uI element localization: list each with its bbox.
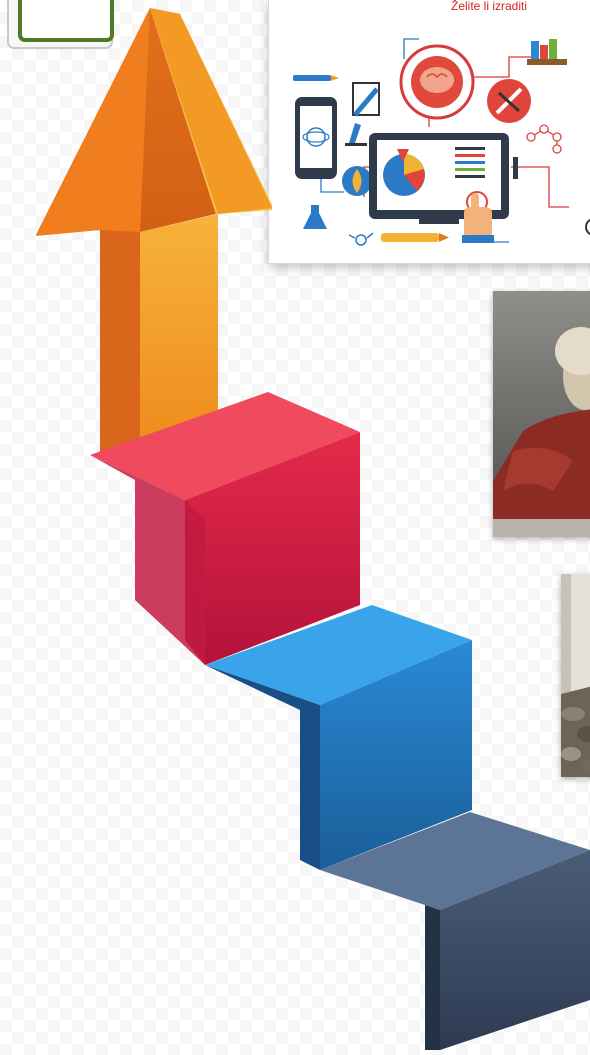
staircase-arrow-graphic [36,8,590,1050]
up-arrow-icon [36,8,272,455]
